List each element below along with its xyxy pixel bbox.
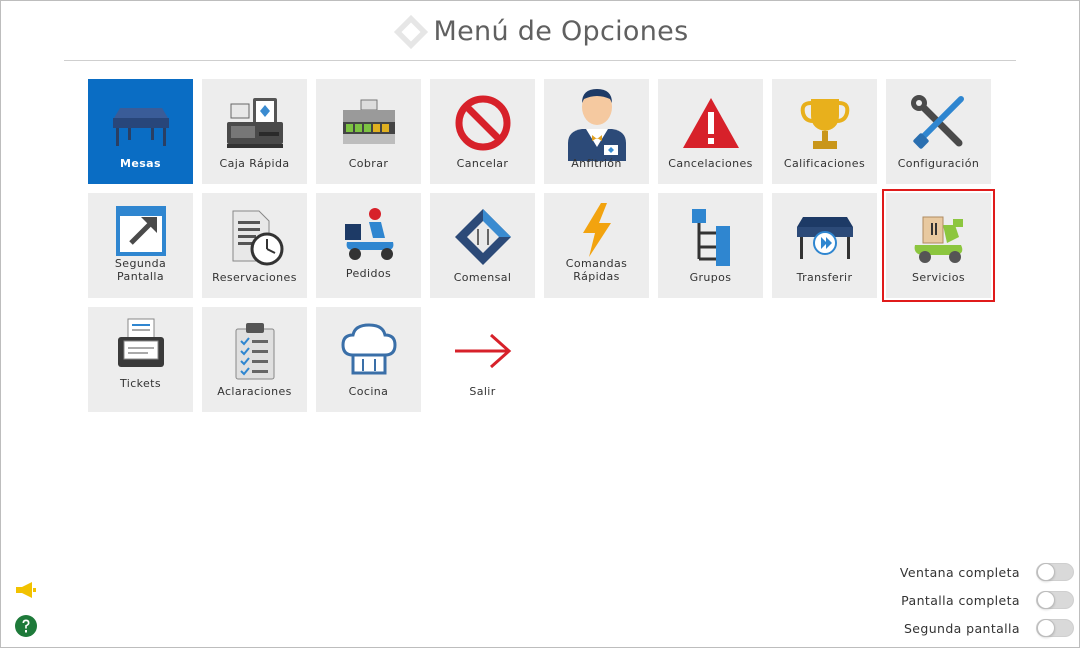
tile-label: Configuración <box>897 157 980 170</box>
tile-salir[interactable]: Salir <box>430 307 535 412</box>
toggle-knob <box>1037 591 1055 609</box>
external-window-icon <box>109 203 173 259</box>
tile-label: Cobrar <box>348 157 389 170</box>
tile-cobrar[interactable]: Cobrar <box>316 79 421 184</box>
cash-drawer-icon <box>337 91 401 155</box>
tile-cocina[interactable]: Cocina <box>316 307 421 412</box>
arrow-right-icon <box>451 319 515 383</box>
tile-label: Cancelaciones <box>668 157 753 170</box>
tile-segunda-pantalla[interactable]: Segunda Pantalla <box>88 193 193 298</box>
toggle-ventana-completa[interactable]: Ventana completa <box>900 558 1074 586</box>
chef-hat-icon <box>337 319 401 383</box>
tile-label: Cancelar <box>456 157 509 170</box>
prohibited-icon <box>451 91 515 155</box>
toggle-label: Ventana completa <box>899 564 1020 580</box>
tile-label: Transferir <box>796 271 853 284</box>
tile-label: Cocina <box>348 385 389 398</box>
logo-icon <box>393 14 428 50</box>
table-transfer-icon <box>793 205 857 269</box>
header: Menú de Opciones <box>0 0 1080 60</box>
ticket-printer-icon <box>109 315 173 375</box>
tile-calificaciones[interactable]: Calificaciones <box>772 79 877 184</box>
tile-label: Comandas Rápidas <box>565 257 628 283</box>
toggle-switch[interactable] <box>1036 619 1074 637</box>
clipboard-checklist-icon <box>223 319 287 383</box>
tile-label: Segunda Pantalla <box>114 257 167 283</box>
header-divider <box>64 60 1016 61</box>
tile-grupos[interactable]: Grupos <box>658 193 763 298</box>
tile-label: Mesas <box>120 157 161 170</box>
toggle-label: Segunda pantalla <box>903 620 1020 636</box>
tile-tickets[interactable]: Tickets <box>88 307 193 412</box>
megaphone-icon[interactable] <box>14 578 38 602</box>
tile-label: Salir <box>469 385 496 398</box>
tile-comensal[interactable]: Comensal <box>430 193 535 298</box>
tile-label: Pedidos <box>345 267 392 280</box>
diner-icon <box>451 205 515 269</box>
tile-label: Comensal <box>453 271 512 284</box>
tile-reservaciones[interactable]: Reservaciones <box>202 193 307 298</box>
trophy-icon <box>793 91 857 155</box>
toggle-switch[interactable] <box>1036 591 1074 609</box>
tile-label: Grupos <box>689 271 732 284</box>
tile-label: Tickets <box>119 377 162 390</box>
tile-label: Calificaciones <box>783 157 866 170</box>
tile-anfitrion[interactable]: Anfitrión <box>544 79 649 184</box>
tools-icon <box>907 91 971 155</box>
warning-icon <box>679 91 743 155</box>
help-icon[interactable] <box>14 614 38 638</box>
tile-label: Servicios <box>911 271 965 284</box>
lightning-icon <box>565 201 629 259</box>
tile-label: Reservaciones <box>212 271 297 284</box>
tile-servicios[interactable]: Servicios <box>882 189 995 302</box>
table-icon <box>109 91 173 155</box>
cash-register-icon <box>223 91 287 155</box>
tile-transferir[interactable]: Transferir <box>772 193 877 298</box>
tile-cancelaciones[interactable]: Cancelaciones <box>658 79 763 184</box>
tile-cancelar[interactable]: Cancelar <box>430 79 535 184</box>
page-title: Menú de Opciones <box>433 15 689 47</box>
tile-comandas-rapidas[interactable]: Comandas Rápidas <box>544 193 649 298</box>
delivery-scooter-icon <box>337 203 401 265</box>
host-icon <box>562 85 632 161</box>
toggle-pantalla-completa[interactable]: Pantalla completa <box>900 586 1074 614</box>
tile-mesas[interactable]: Mesas <box>88 79 193 184</box>
toggle-switch[interactable] <box>1036 563 1074 581</box>
tile-configuracion[interactable]: Configuración <box>886 79 991 184</box>
hierarchy-icon <box>679 205 743 269</box>
toggle-segunda-pantalla[interactable]: Segunda pantalla <box>900 614 1074 642</box>
toggle-knob <box>1037 619 1055 637</box>
display-toggles: Ventana completa Pantalla completa Segun… <box>900 558 1074 642</box>
tile-label: Anfitrión <box>571 157 622 170</box>
tile-label: Aclaraciones <box>217 385 292 398</box>
toggle-knob <box>1037 563 1055 581</box>
tile-caja-rapida[interactable]: Caja Rápida <box>202 79 307 184</box>
service-scooter-icon <box>907 205 971 269</box>
toggle-label: Pantalla completa <box>901 592 1020 608</box>
tile-label: Caja Rápida <box>219 157 290 170</box>
tile-aclaraciones[interactable]: Aclaraciones <box>202 307 307 412</box>
tile-pedidos[interactable]: Pedidos <box>316 193 421 298</box>
document-clock-icon <box>223 205 287 269</box>
